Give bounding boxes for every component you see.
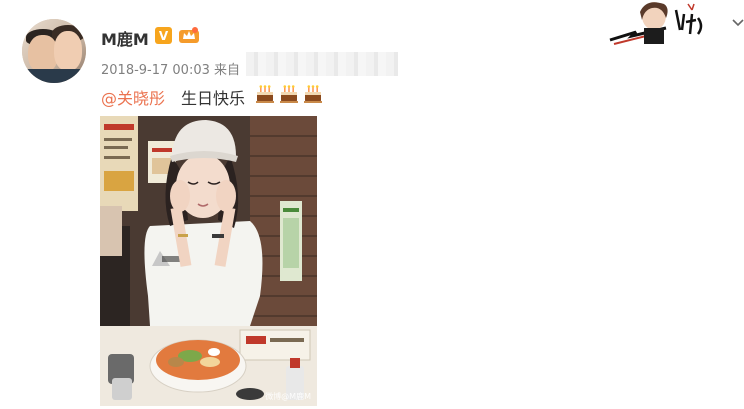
user-card-banner — [609, 2, 703, 45]
avatar[interactable] — [22, 19, 86, 83]
photo-scene — [100, 116, 317, 406]
crown-badge-icon[interactable] — [178, 26, 200, 44]
post-meta: 2018-9-17 00:03 来自 — [101, 59, 240, 78]
blurred-source — [246, 52, 398, 76]
cake-emoji-icon — [256, 85, 274, 103]
cake-emoji-icon — [304, 85, 322, 103]
username-link[interactable]: M鹿M — [101, 26, 149, 50]
cake-emoji-icon — [280, 85, 298, 103]
photo-watermark: 微博@M鹿M — [265, 392, 311, 401]
cake-emoji-group — [254, 83, 324, 105]
post-photo[interactable]: 微博@M鹿M — [100, 116, 317, 406]
source-label: 来自 — [214, 63, 241, 78]
timestamp-link[interactable]: 2018-9-17 00:03 — [101, 63, 210, 78]
chevron-down-icon[interactable] — [732, 18, 744, 28]
verified-v-icon[interactable]: V — [155, 27, 172, 44]
post-text: 生日快乐 — [181, 89, 246, 108]
mention-link[interactable]: @关晓彤 — [101, 85, 165, 109]
